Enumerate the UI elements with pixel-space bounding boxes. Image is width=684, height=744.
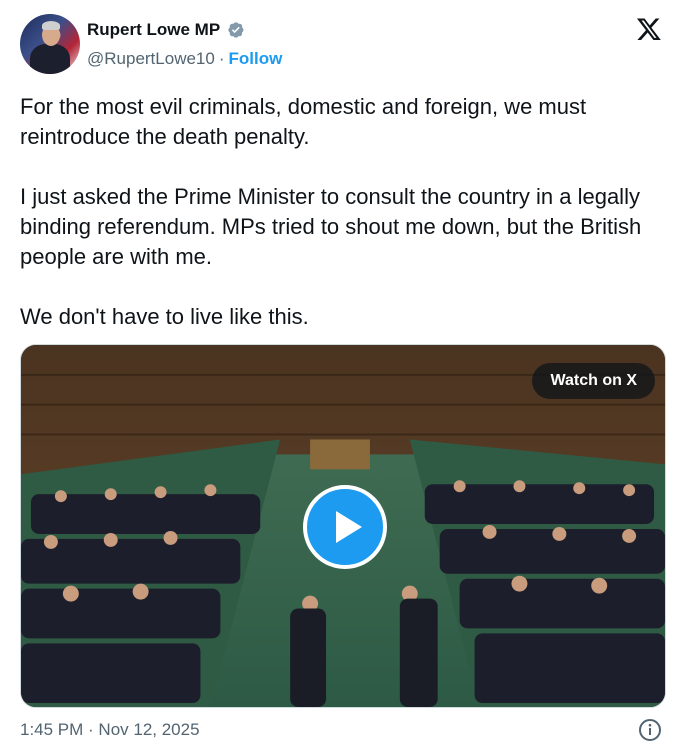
video-player[interactable]: Watch on X	[20, 344, 666, 708]
verified-badge-icon	[228, 22, 244, 38]
avatar-suit	[30, 44, 70, 74]
avatar[interactable]	[20, 14, 80, 74]
tweet-text: For the most evil criminals, domestic an…	[20, 94, 642, 329]
follow-button[interactable]: Follow	[229, 49, 283, 69]
play-icon	[335, 511, 362, 543]
play-button[interactable]	[303, 485, 387, 569]
author-name-row: Rupert Lowe MP	[87, 20, 245, 40]
avatar-hair	[42, 21, 60, 30]
author-display-name[interactable]: Rupert Lowe MP	[87, 20, 220, 40]
watch-on-x-button[interactable]: Watch on X	[532, 363, 655, 399]
x-logo-icon[interactable]	[636, 16, 662, 42]
tweet-card: Rupert Lowe MP @RupertLowe10 · Follow Fo…	[0, 0, 684, 744]
handle-separator: ·	[218, 49, 225, 68]
tweet-timestamp[interactable]: 1:45 PM · Nov 12, 2025	[20, 720, 200, 740]
author-handle[interactable]: @RupertLowe10	[87, 49, 215, 69]
info-icon[interactable]	[638, 718, 662, 742]
author-handle-row: @RupertLowe10 · Follow	[87, 49, 282, 69]
